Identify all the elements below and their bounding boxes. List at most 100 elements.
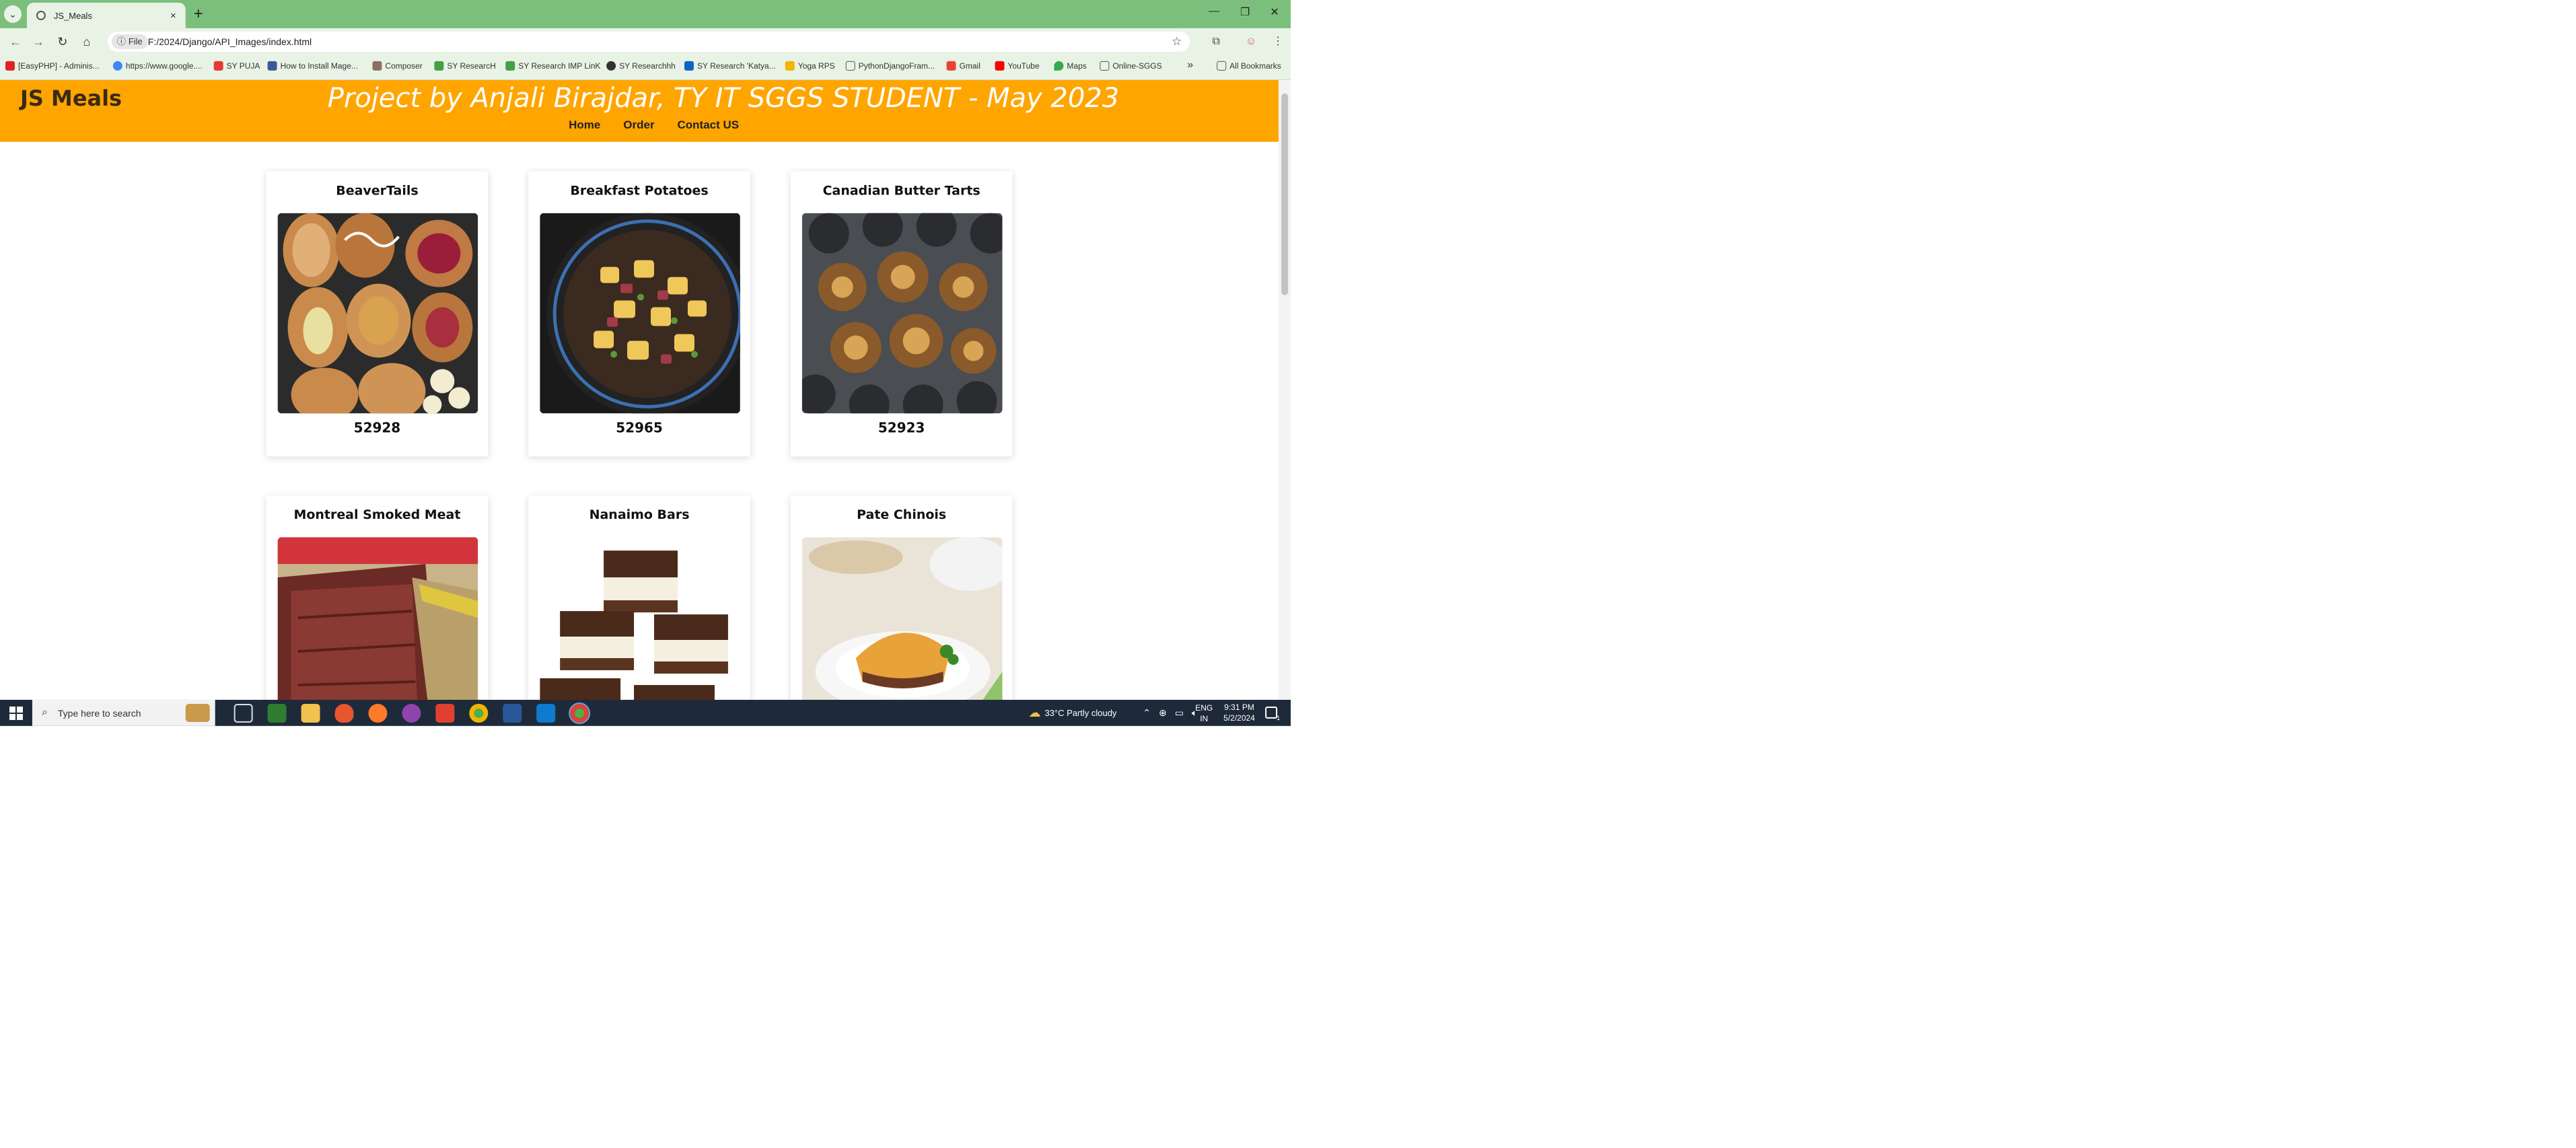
bookmark-favicon-icon xyxy=(213,61,223,71)
clock-date: 5/2/2024 xyxy=(1223,713,1255,723)
nanaimo-bars-photo xyxy=(540,537,740,700)
meal-card[interactable]: BeaverTails 52928 xyxy=(266,171,489,457)
all-bookmarks[interactable]: All Bookmarks xyxy=(1217,61,1281,71)
bookmark-item[interactable]: PythonDjangoFram... xyxy=(845,61,935,71)
bookmark-item[interactable]: Yoga RPS xyxy=(785,61,835,71)
project-title: Project by Anjali Birajdar, TY IT SGGS S… xyxy=(327,82,1120,114)
bookmark-item[interactable]: [EasyPHP] - Adminis... xyxy=(5,61,100,71)
notification-center-icon[interactable]: 1 xyxy=(1265,706,1281,721)
butter-tarts-image xyxy=(801,213,1003,414)
folder-icon xyxy=(1100,61,1110,71)
web-page: JS Meals Project by Anjali Birajdar, TY … xyxy=(0,79,1279,700)
app-icon-green[interactable] xyxy=(267,703,287,723)
clock-time: 9:31 PM xyxy=(1224,702,1254,712)
file-explorer-icon[interactable] xyxy=(301,703,320,723)
nav-contact-us[interactable]: Contact US xyxy=(678,118,740,132)
task-view-icon[interactable] xyxy=(234,703,253,723)
taskbar-clock[interactable]: 9:31 PM 5/2/2024 xyxy=(1223,702,1255,723)
word-icon[interactable] xyxy=(503,703,522,723)
chrome-active-icon[interactable] xyxy=(569,702,591,724)
restore-icon[interactable]: ❐ xyxy=(1231,5,1258,19)
nanaimo-bars-image xyxy=(540,537,740,700)
back-arrow-icon[interactable]: ← xyxy=(7,34,24,50)
taskbar-search[interactable]: ⌕ Type here to search xyxy=(32,699,215,726)
meal-name: Pate Chinois xyxy=(857,507,947,523)
more-menu-icon[interactable]: ⋮ xyxy=(1269,34,1287,50)
tab-title: JS_Meals xyxy=(53,10,92,21)
bookmark-item[interactable]: Gmail xyxy=(946,61,980,71)
tab-search-chevron-icon[interactable]: ⌄ xyxy=(3,5,22,23)
reload-icon[interactable]: ↻ xyxy=(54,34,71,50)
site-info-chip[interactable]: ⓘ File xyxy=(111,34,148,49)
bookmarks-bar: [EasyPHP] - Adminis... https://www.googl… xyxy=(0,55,1291,80)
meal-card[interactable]: Nanaimo Bars xyxy=(528,495,750,700)
vscode-icon[interactable] xyxy=(536,703,556,723)
bookmark-item[interactable]: SY ResearcH xyxy=(434,61,496,71)
meal-card[interactable]: Breakfast Potatoes 52965 xyxy=(528,171,750,457)
meal-name: BeaverTails xyxy=(336,183,419,199)
windows-start-icon[interactable] xyxy=(9,706,23,720)
url-text[interactable]: F:/2024/Django/API_Images/index.html xyxy=(148,32,312,52)
region-code: IN xyxy=(1200,713,1209,723)
info-icon: ⓘ xyxy=(116,36,126,46)
home-icon[interactable]: ⌂ xyxy=(78,34,96,50)
meal-name: Montreal Smoked Meat xyxy=(293,507,461,523)
browser-titlebar: ⌄ JS_Meals × + — ❐ ✕ xyxy=(0,0,1291,28)
extensions-icon[interactable]: ⧉ xyxy=(1207,34,1225,50)
nav-order[interactable]: Order xyxy=(623,118,654,132)
bookmark-item[interactable]: SY PUJA xyxy=(213,61,260,71)
address-bar[interactable]: ⓘ File F:/2024/Django/API_Images/index.h… xyxy=(107,31,1190,52)
firefox-icon[interactable] xyxy=(368,703,388,723)
notification-count: 1 xyxy=(1277,714,1281,721)
meal-id: 52965 xyxy=(616,419,663,436)
language-indicator[interactable]: ENG IN xyxy=(1195,703,1213,724)
pate-chinois-photo xyxy=(801,537,1003,700)
bookmark-item[interactable]: How to Install Mage... xyxy=(267,61,358,71)
bookmark-item[interactable]: SY Research 'Katya... xyxy=(684,61,776,71)
bookmark-item[interactable]: SY Research IMP LinK xyxy=(505,61,600,71)
site-nav: Home Order Contact US xyxy=(569,118,739,132)
bookmark-item[interactable]: Online-SGGS xyxy=(1100,61,1162,71)
minimize-icon[interactable]: — xyxy=(1201,5,1227,17)
bookmark-item[interactable]: https://www.google.... xyxy=(112,61,203,71)
meal-card[interactable]: Canadian Butter Tarts 52923 xyxy=(790,171,1013,457)
meal-name: Breakfast Potatoes xyxy=(570,183,709,199)
screen: ⌄ JS_Meals × + — ❐ ✕ ← → ↻ ⌂ ⓘ File F:/2… xyxy=(0,0,1291,726)
forward-arrow-icon[interactable]: → xyxy=(30,34,47,50)
profile-avatar-icon[interactable]: ☺ xyxy=(1242,34,1260,50)
bookmark-item[interactable]: Composer xyxy=(372,61,423,71)
tab-close-icon[interactable]: × xyxy=(170,9,176,21)
weather-widget[interactable]: ☁ 33°C Partly cloudy xyxy=(1028,700,1116,726)
bookmark-star-icon[interactable]: ☆ xyxy=(1172,32,1182,52)
globe-icon xyxy=(36,10,46,20)
site-header: JS Meals Project by Anjali Birajdar, TY … xyxy=(0,79,1279,142)
chrome-icon[interactable] xyxy=(469,703,489,723)
system-tray: ⌃ ⊕ ▭ 🔈︎ xyxy=(1143,700,1197,726)
gmail-icon xyxy=(946,61,956,71)
app-icon-red[interactable] xyxy=(435,703,455,723)
browser-toolbar: ← → ↻ ⌂ ⓘ File F:/2024/Django/API_Images… xyxy=(0,28,1291,55)
bookmark-item[interactable]: YouTube xyxy=(995,61,1040,71)
maps-pin-icon xyxy=(1054,61,1064,71)
app-icon-purple[interactable] xyxy=(402,703,421,723)
meal-card[interactable]: Montreal Smoked Meat xyxy=(266,495,489,700)
display-icon[interactable]: ▭ xyxy=(1175,707,1184,719)
tray-expand-chevron-icon[interactable]: ⌃ xyxy=(1143,707,1151,719)
bookmark-item[interactable]: SY Researchhh xyxy=(606,61,676,71)
windows-taskbar: ⌕ Type here to search ☁ 33°C Partly clou… xyxy=(0,699,1291,726)
more-bookmarks-chevron-icon[interactable]: » xyxy=(1187,59,1193,71)
youtube-icon xyxy=(995,61,1005,71)
browser-tab-active[interactable]: JS_Meals × xyxy=(26,2,186,28)
scrollbar-thumb[interactable] xyxy=(1281,93,1289,295)
window-close-icon[interactable]: ✕ xyxy=(1261,5,1288,19)
network-icon[interactable]: ⊕ xyxy=(1159,707,1167,719)
bookmark-favicon-icon xyxy=(606,61,616,71)
brave-browser-icon[interactable] xyxy=(334,703,354,723)
bookmark-item[interactable]: Maps xyxy=(1054,61,1087,71)
new-tab-button[interactable]: + xyxy=(190,5,207,23)
page-scrollbar[interactable] xyxy=(1279,79,1291,700)
nav-home[interactable]: Home xyxy=(569,118,600,132)
meal-name: Canadian Butter Tarts xyxy=(822,183,980,199)
smoked-meat-image xyxy=(277,537,478,700)
meal-card[interactable]: Pate Chinois xyxy=(790,495,1013,700)
